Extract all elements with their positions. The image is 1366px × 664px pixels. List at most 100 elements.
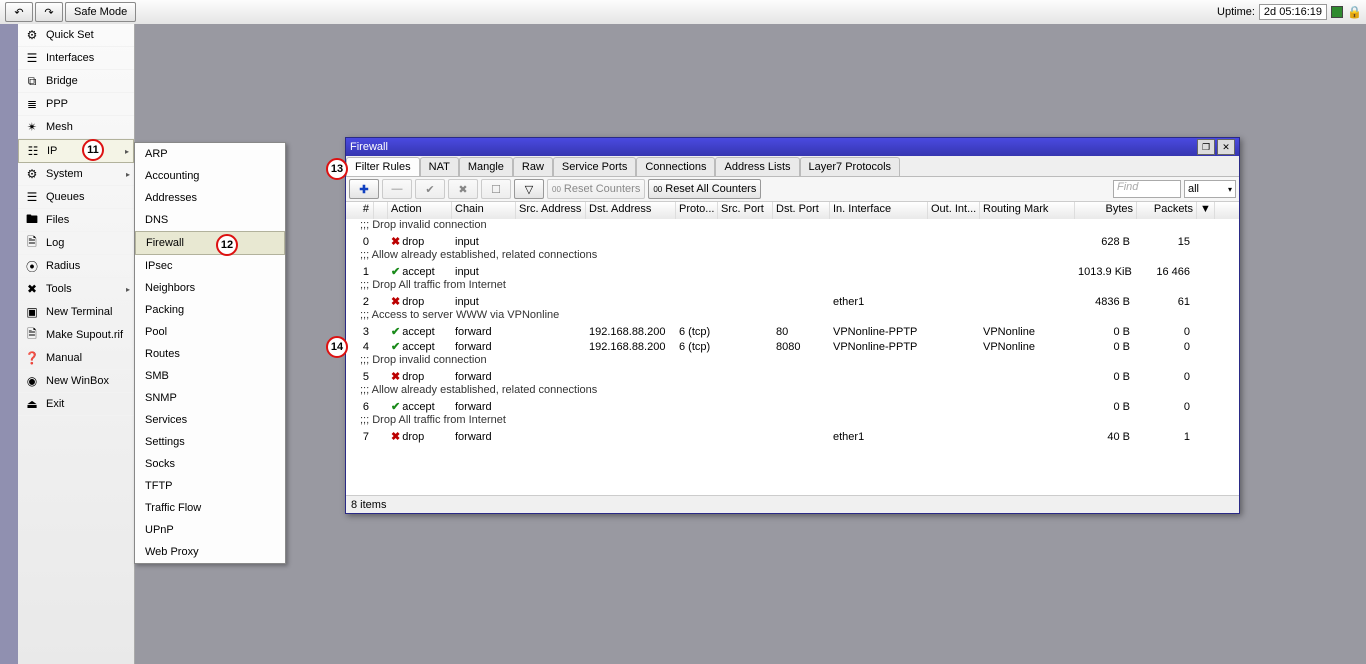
submenu-item-web-proxy[interactable]: Web Proxy [135,541,285,563]
menu-item-tools[interactable]: ✖Tools▸ [18,278,134,301]
comment-button[interactable]: ☐ [481,179,511,199]
submenu-item-ipsec[interactable]: IPsec [135,255,285,277]
menu-item-ppp[interactable]: ≣PPP [18,93,134,116]
restore-button[interactable]: ❐ [1197,139,1215,155]
menu-item-manual[interactable]: ❓Manual [18,347,134,370]
cell: forward [452,401,516,413]
col-header[interactable]: Packets [1137,202,1197,219]
reset-counters-button[interactable]: 00Reset Counters [547,179,645,199]
tab-filter-rules[interactable]: Filter Rules [346,157,420,176]
submenu-item-settings[interactable]: Settings [135,431,285,453]
submenu-item-services[interactable]: Services [135,409,285,431]
menu-item-bridge[interactable]: ⧉Bridge [18,70,134,93]
rule-row[interactable]: 3✔acceptforward192.168.88.2006 (tcp)80VP… [346,324,1239,339]
cell: VPNonline-PPTP [830,341,928,353]
uptime-value: 2d 05:16:19 [1259,4,1327,20]
submenu-item-packing[interactable]: Packing [135,299,285,321]
firewall-grid: # ActionChainSrc. AddressDst. AddressProt… [346,202,1239,495]
menu-item-log[interactable]: 🗎Log [18,232,134,255]
tab-service-ports[interactable]: Service Ports [553,157,636,176]
menu-item-exit[interactable]: ⏏Exit [18,393,134,416]
col-header[interactable]: ▼ [1197,202,1215,219]
menu-label: Queues [46,191,85,203]
submenu-item-upnp[interactable]: UPnP [135,519,285,541]
col-header[interactable]: Action [388,202,452,219]
col-header[interactable]: Routing Mark [980,202,1075,219]
col-header[interactable]: Proto... [676,202,718,219]
filter-all-select[interactable]: all▾ [1184,180,1236,198]
col-header[interactable]: Dst. Address [586,202,676,219]
submenu-item-smb[interactable]: SMB [135,365,285,387]
submenu-item-socks[interactable]: Socks [135,453,285,475]
rule-row[interactable]: 4✔acceptforward192.168.88.2006 (tcp)8080… [346,339,1239,354]
tab-address-lists[interactable]: Address Lists [715,157,799,176]
submenu-item-dns[interactable]: DNS [135,209,285,231]
col-header[interactable]: Chain [452,202,516,219]
submenu-item-snmp[interactable]: SNMP [135,387,285,409]
col-header[interactable]: # [346,202,374,219]
redo-button[interactable]: ↷ [35,2,63,22]
menu-label: Quick Set [46,29,94,41]
col-header[interactable]: Out. Int... [928,202,980,219]
submenu-item-neighbors[interactable]: Neighbors [135,277,285,299]
filter-button[interactable]: ▽ [514,179,544,199]
menu-label: Bridge [46,75,78,87]
submenu-item-pool[interactable]: Pool [135,321,285,343]
rule-row[interactable]: 6✔acceptforward0 B0 [346,399,1239,414]
menu-item-quick-set[interactable]: ⚙Quick Set [18,24,134,47]
col-header[interactable] [374,202,388,219]
menu-label: Files [46,214,69,226]
menu-item-radius[interactable]: ⦿Radius [18,255,134,278]
menu-item-new-winbox[interactable]: ◉New WinBox [18,370,134,393]
enable-button[interactable]: ✔ [415,179,445,199]
firewall-tabs: Filter RulesNATMangleRawService PortsCon… [346,156,1239,177]
submenu-item-arp[interactable]: ARP [135,143,285,165]
close-button[interactable]: ✕ [1217,139,1235,155]
rule-row[interactable]: 0✖dropinput628 B15 [346,234,1239,249]
col-header[interactable]: Src. Address [516,202,586,219]
undo-button[interactable]: ↶ [5,2,33,22]
menu-item-system[interactable]: ⚙System▸ [18,163,134,186]
tab-layer7-protocols[interactable]: Layer7 Protocols [800,157,901,176]
tab-raw[interactable]: Raw [513,157,553,176]
col-header[interactable]: Bytes [1075,202,1137,219]
rule-row[interactable]: 7✖dropforwardether140 B1 [346,429,1239,444]
submenu-item-firewall[interactable]: Firewall [135,231,285,255]
menu-label: Mesh [46,121,73,133]
col-header[interactable]: Dst. Port [773,202,830,219]
submenu-item-accounting[interactable]: Accounting [135,165,285,187]
menu-item-make-supout.rif[interactable]: 🗎Make Supout.rif [18,324,134,347]
remove-button[interactable]: — [382,179,412,199]
submenu-item-tftp[interactable]: TFTP [135,475,285,497]
col-header[interactable]: Src. Port [718,202,773,219]
reset-all-counters-button[interactable]: 00Reset All Counters [648,179,761,199]
tab-nat[interactable]: NAT [420,157,459,176]
col-header[interactable]: In. Interface [830,202,928,219]
submenu-item-addresses[interactable]: Addresses [135,187,285,209]
grid-body[interactable]: ;;; Drop invalid connection0✖dropinput62… [346,219,1239,495]
rule-row[interactable]: 2✖dropinputether14836 B61 [346,294,1239,309]
submenu-item-traffic-flow[interactable]: Traffic Flow [135,497,285,519]
reset-all-counters-label: Reset All Counters [665,183,756,195]
submenu-item-routes[interactable]: Routes [135,343,285,365]
tab-mangle[interactable]: Mangle [459,157,513,176]
menu-icon: ✖ [24,281,40,297]
menu-icon: ☰ [24,50,40,66]
menu-item-mesh[interactable]: ✴ Mesh [18,116,134,139]
firewall-titlebar[interactable]: Firewall ❐ ✕ [346,138,1239,156]
menu-item-files[interactable]: 🖿 Files [18,209,134,232]
rule-row[interactable]: 5✖dropforward0 B0 [346,369,1239,384]
find-input[interactable]: Find [1113,180,1181,198]
safe-mode-button[interactable]: Safe Mode [65,2,136,22]
menu-icon: ✴ [24,119,40,135]
menu-item-new-terminal[interactable]: ▣New Terminal [18,301,134,324]
menu-item-ip[interactable]: ☷IP▸ [18,139,134,163]
menu-item-interfaces[interactable]: ☰Interfaces [18,47,134,70]
disable-button[interactable]: ✖ [448,179,478,199]
menu-icon: 🖿 [24,212,40,228]
reset-counters-label: Reset Counters [564,183,640,195]
rule-row[interactable]: 1✔acceptinput1013.9 KiB16 466 [346,264,1239,279]
add-button[interactable]: ✚ [349,179,379,199]
menu-item-queues[interactable]: ☰Queues [18,186,134,209]
tab-connections[interactable]: Connections [636,157,715,176]
